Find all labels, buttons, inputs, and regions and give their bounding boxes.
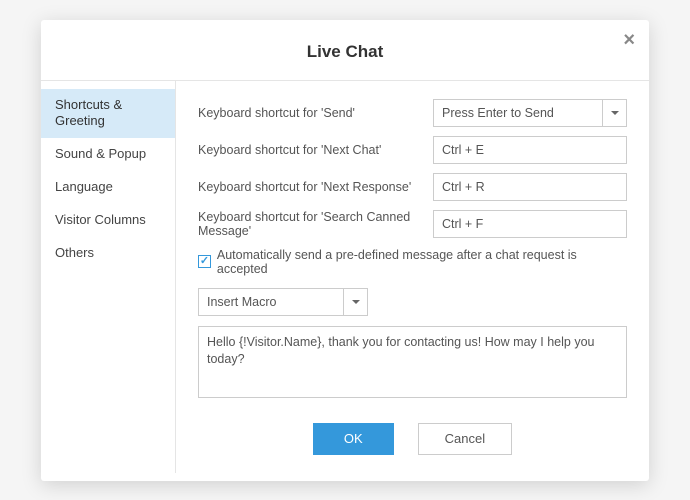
input-shortcut-next-response[interactable] (433, 173, 627, 201)
ok-button[interactable]: OK (313, 423, 394, 455)
input-shortcut-search-canned[interactable] (433, 210, 627, 238)
content-panel: Keyboard shortcut for 'Send' Press Enter… (176, 81, 649, 473)
row-shortcut-next-chat: Keyboard shortcut for 'Next Chat' (198, 136, 627, 164)
modal-body: Shortcuts & Greeting Sound & Popup Langu… (41, 81, 649, 473)
chevron-down-icon[interactable] (602, 100, 626, 126)
textarea-greeting-message[interactable] (198, 326, 627, 398)
sidebar-item-visitor-columns[interactable]: Visitor Columns (41, 204, 175, 237)
input-shortcut-next-chat[interactable] (433, 136, 627, 164)
label-auto-send: Automatically send a pre-defined message… (217, 248, 627, 276)
sidebar-item-language[interactable]: Language (41, 171, 175, 204)
label-shortcut-send: Keyboard shortcut for 'Send' (198, 106, 433, 120)
settings-modal: × Live Chat Shortcuts & Greeting Sound &… (41, 20, 649, 481)
button-row: OK Cancel (198, 423, 627, 467)
sidebar-item-sound-popup[interactable]: Sound & Popup (41, 138, 175, 171)
sidebar: Shortcuts & Greeting Sound & Popup Langu… (41, 81, 176, 473)
modal-title: Live Chat (41, 20, 649, 81)
row-shortcut-send: Keyboard shortcut for 'Send' Press Enter… (198, 99, 627, 127)
sidebar-item-others[interactable]: Others (41, 237, 175, 270)
check-icon: ✓ (200, 256, 209, 267)
close-icon[interactable]: × (623, 30, 635, 50)
select-insert-macro[interactable]: Insert Macro (198, 288, 368, 316)
label-shortcut-next-chat: Keyboard shortcut for 'Next Chat' (198, 143, 433, 157)
sidebar-item-shortcuts-greeting[interactable]: Shortcuts & Greeting (41, 89, 175, 139)
label-shortcut-next-response: Keyboard shortcut for 'Next Response' (198, 180, 433, 194)
select-value: Insert Macro (199, 289, 343, 315)
label-shortcut-search-canned: Keyboard shortcut for 'Search Canned Mes… (198, 210, 433, 238)
row-shortcut-next-response: Keyboard shortcut for 'Next Response' (198, 173, 627, 201)
row-auto-send: ✓ Automatically send a pre-defined messa… (198, 248, 627, 276)
row-shortcut-search-canned: Keyboard shortcut for 'Search Canned Mes… (198, 210, 627, 238)
select-shortcut-send[interactable]: Press Enter to Send (433, 99, 627, 127)
cancel-button[interactable]: Cancel (418, 423, 512, 455)
checkbox-auto-send[interactable]: ✓ (198, 255, 211, 268)
chevron-down-icon[interactable] (343, 289, 367, 315)
select-value: Press Enter to Send (434, 100, 602, 126)
